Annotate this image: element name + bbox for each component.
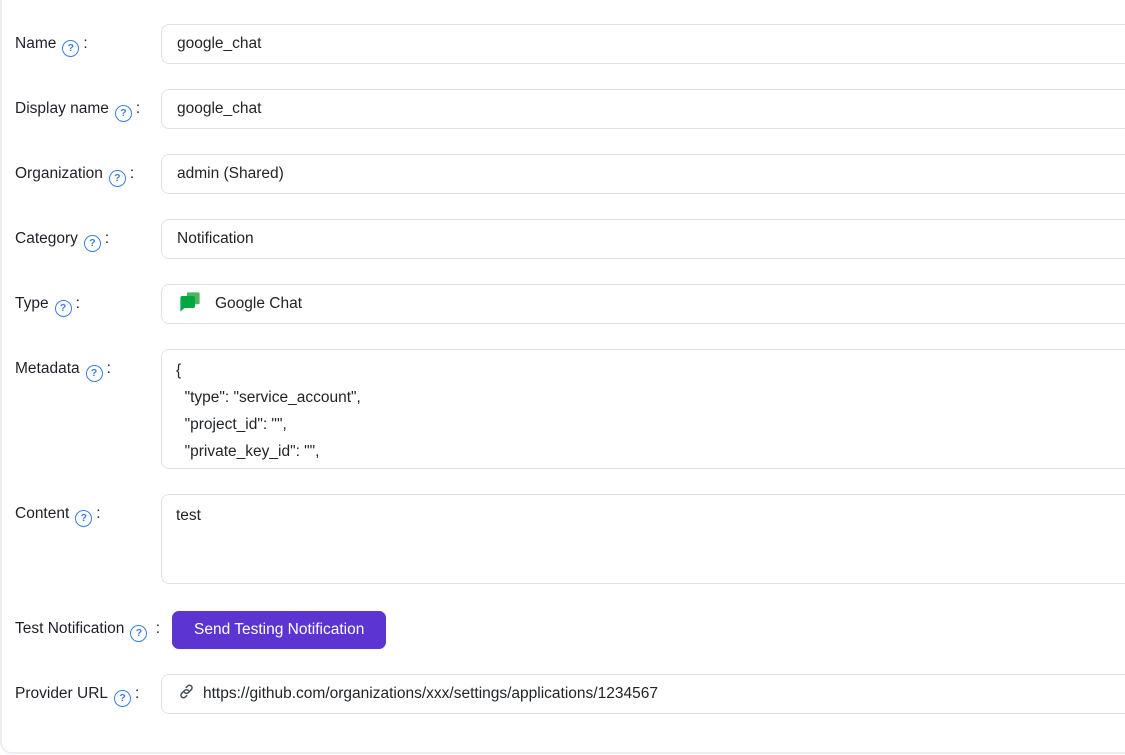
type-label: Type?: bbox=[15, 290, 161, 318]
form-row-name: Name?: bbox=[15, 24, 1125, 64]
help-icon[interactable]: ? bbox=[75, 510, 92, 527]
category-label-text: Category bbox=[15, 230, 78, 247]
label-colon: : bbox=[130, 165, 134, 182]
provider-url-label-text: Provider URL bbox=[15, 685, 108, 702]
display-name-input[interactable] bbox=[161, 89, 1125, 129]
link-icon bbox=[178, 683, 195, 705]
display-name-label: Display name?: bbox=[15, 95, 161, 123]
type-value: Google Chat bbox=[215, 295, 302, 313]
google-chat-icon bbox=[179, 291, 201, 318]
label-colon: : bbox=[105, 230, 109, 247]
provider-url-input[interactable]: https://github.com/organizations/xxx/set… bbox=[161, 674, 1125, 714]
label-colon: : bbox=[136, 100, 140, 117]
form-row-organization: Organization?: bbox=[15, 154, 1125, 194]
provider-url-value[interactable]: https://github.com/organizations/xxx/set… bbox=[203, 685, 658, 703]
form-row-display-name: Display name?: bbox=[15, 89, 1125, 129]
display-name-label-text: Display name bbox=[15, 100, 109, 117]
name-input[interactable] bbox=[161, 24, 1125, 64]
help-icon[interactable]: ? bbox=[84, 235, 101, 252]
organization-label: Organization?: bbox=[15, 160, 161, 188]
label-colon: : bbox=[135, 685, 139, 702]
notification-channel-form: Name?: Display name?: Organization?: Cat… bbox=[0, 0, 1125, 754]
form-row-content: Content?: test bbox=[15, 494, 1125, 584]
form-row-test-notification: Test Notification? : Send Testing Notifi… bbox=[15, 609, 1125, 649]
help-icon[interactable]: ? bbox=[62, 40, 79, 57]
type-label-text: Type bbox=[15, 295, 49, 312]
type-select[interactable]: Google Chat bbox=[161, 284, 1125, 324]
help-icon[interactable]: ? bbox=[115, 105, 132, 122]
label-colon: : bbox=[76, 295, 80, 312]
form-row-metadata: Metadata?: { "type": "service_account", … bbox=[15, 349, 1125, 469]
help-icon[interactable]: ? bbox=[114, 690, 131, 707]
provider-url-label: Provider URL?: bbox=[15, 680, 161, 708]
test-notification-label: Test Notification? : bbox=[15, 615, 161, 643]
category-input[interactable] bbox=[161, 219, 1125, 259]
metadata-label: Metadata?: bbox=[15, 355, 161, 383]
form-row-type: Type?: Google Chat bbox=[15, 284, 1125, 324]
help-icon[interactable]: ? bbox=[86, 365, 103, 382]
metadata-label-text: Metadata bbox=[15, 360, 80, 377]
name-label-text: Name bbox=[15, 35, 56, 52]
metadata-textarea[interactable]: { "type": "service_account", "project_id… bbox=[161, 349, 1125, 469]
form-row-category: Category?: bbox=[15, 219, 1125, 259]
category-label: Category?: bbox=[15, 225, 161, 253]
help-icon[interactable]: ? bbox=[109, 170, 126, 187]
help-icon[interactable]: ? bbox=[55, 300, 72, 317]
content-label: Content?: bbox=[15, 500, 161, 528]
organization-input[interactable] bbox=[161, 154, 1125, 194]
content-label-text: Content bbox=[15, 505, 69, 522]
content-textarea[interactable]: test bbox=[161, 494, 1125, 584]
label-colon: : bbox=[83, 35, 87, 52]
label-colon: : bbox=[96, 505, 100, 522]
help-icon[interactable]: ? bbox=[130, 625, 147, 642]
label-colon: : bbox=[107, 360, 111, 377]
organization-label-text: Organization bbox=[15, 165, 103, 182]
label-colon: : bbox=[156, 620, 160, 637]
send-testing-notification-button[interactable]: Send Testing Notification bbox=[172, 611, 386, 649]
test-notification-label-text: Test Notification bbox=[15, 620, 124, 637]
form-row-provider-url: Provider URL?: https://github.com/organi… bbox=[15, 674, 1125, 714]
name-label: Name?: bbox=[15, 30, 161, 58]
